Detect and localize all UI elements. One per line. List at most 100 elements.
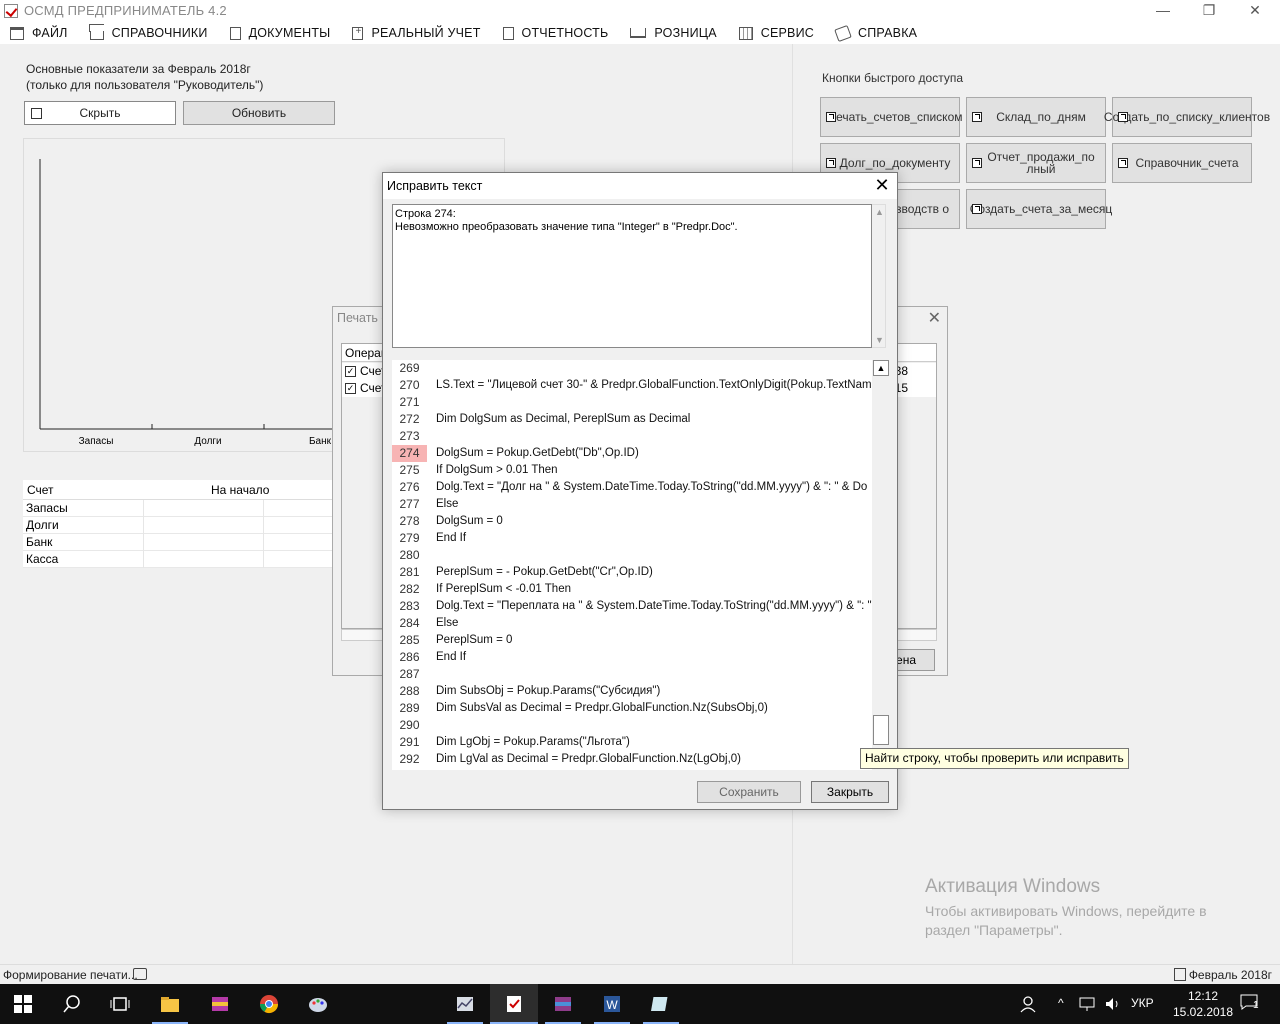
show-hidden-icons-icon[interactable]: ^ <box>1058 996 1064 1024</box>
code-line[interactable]: 273 <box>392 428 872 445</box>
line-number[interactable]: 276 <box>392 479 427 496</box>
language-indicator[interactable]: УКР <box>1131 996 1154 1024</box>
line-number[interactable]: 278 <box>392 513 427 530</box>
scroll-down-icon[interactable]: ▼ <box>875 335 884 345</box>
code-line[interactable]: 269 <box>392 360 872 377</box>
code-line[interactable]: 276 Dolg.Text = "Долг на " & System.DateT… <box>392 479 872 496</box>
code-line[interactable]: 282 If PereplSum < -0.01 Then <box>392 581 872 598</box>
line-number[interactable]: 270 <box>392 377 427 394</box>
taskbar-chrome[interactable] <box>245 984 293 1024</box>
line-number[interactable]: 272 <box>392 411 427 428</box>
hide-checkbox-button[interactable]: Скрыть <box>24 101 176 125</box>
menu-help[interactable]: СПРАВКА <box>834 24 917 42</box>
line-number[interactable]: 289 <box>392 700 427 717</box>
print-row-checkbox[interactable]: ✓ <box>345 383 356 394</box>
edit-dialog-close-icon[interactable]: ✕ <box>867 173 897 199</box>
menu-service[interactable]: СЕРВИС <box>738 26 814 40</box>
table-row[interactable]: Долги <box>23 517 383 534</box>
menu-retail[interactable]: РОЗНИЦА <box>630 26 717 40</box>
line-number[interactable]: 280 <box>392 547 427 564</box>
scroll-up-icon[interactable]: ▲ <box>875 207 884 217</box>
taskbar-word[interactable]: W <box>588 984 636 1024</box>
action-center-icon[interactable]: 1 <box>1240 994 1264 1014</box>
code-line[interactable]: 279 End If <box>392 530 872 547</box>
print-row-checkbox[interactable]: ✓ <box>345 366 356 377</box>
menu-real-accounting[interactable]: РЕАЛЬНЫЙ УЧЕТ <box>352 26 480 40</box>
menu-file[interactable]: ФАЙЛ <box>10 26 68 40</box>
save-button[interactable]: Сохранить <box>697 781 801 803</box>
code-line[interactable]: 270 LS.Text = "Лицевой счет 30-" & Predpr… <box>392 377 872 394</box>
line-number[interactable]: 271 <box>392 394 427 411</box>
scroll-up-icon[interactable]: ▲ <box>873 360 889 376</box>
line-number[interactable]: 282 <box>392 581 427 598</box>
code-line[interactable]: 291 Dim LgObj = Pokup.Params("Льгота") <box>392 734 872 751</box>
code-line[interactable]: 280 <box>392 547 872 564</box>
code-line[interactable]: 281 PereplSum = - Pokup.GetDebt("Cr",Op.I… <box>392 564 872 581</box>
code-line[interactable]: 287 <box>392 666 872 683</box>
quick-button-accounts-reference[interactable]: Справочник_счета <box>1112 143 1252 183</box>
line-number[interactable]: 275 <box>392 462 427 479</box>
people-icon[interactable] <box>1020 995 1038 1013</box>
menu-documents[interactable]: ДОКУМЕНТЫ <box>229 26 331 40</box>
taskbar-app-1[interactable] <box>441 984 489 1024</box>
quick-button-create-monthly[interactable]: Создать_счета_за_месяц <box>966 189 1112 229</box>
code-line[interactable]: 286 End If <box>392 649 872 666</box>
task-view-button[interactable] <box>96 984 144 1024</box>
taskbar-winrar[interactable] <box>196 984 244 1024</box>
menu-references[interactable]: СПРАВОЧНИКИ <box>89 26 208 40</box>
code-editor[interactable]: 269 270 LS.Text = "Лицевой счет 30-" & Pre… <box>392 360 872 770</box>
minimize-button[interactable]: — <box>1140 0 1186 22</box>
quick-button-stock-by-days[interactable]: Склад_по_дням <box>966 97 1106 137</box>
table-row[interactable]: Банк <box>23 534 383 551</box>
scrollbar-thumb[interactable] <box>873 715 889 745</box>
error-message-box[interactable]: Строка 274: Невозможно преобразовать зна… <box>392 204 872 348</box>
table-row[interactable]: Касса <box>23 551 383 568</box>
line-number[interactable]: 274 <box>392 445 427 462</box>
code-line[interactable]: 289 Dim SubsVal as Decimal = Predpr.Globa… <box>392 700 872 717</box>
taskbar-paint[interactable] <box>294 984 342 1024</box>
code-line[interactable]: 275 If DolgSum > 0.01 Then <box>392 462 872 479</box>
line-number[interactable]: 279 <box>392 530 427 547</box>
taskbar-osmd-app[interactable] <box>490 984 538 1024</box>
search-button[interactable] <box>48 984 96 1024</box>
code-line[interactable]: 277 Else <box>392 496 872 513</box>
print-dialog-close-icon[interactable]: ✕ <box>928 308 941 328</box>
quick-button-create-by-clients[interactable]: Создать_по_списку_клиентов <box>1104 97 1270 137</box>
taskbar-app-3[interactable] <box>539 984 587 1024</box>
line-number[interactable]: 273 <box>392 428 427 445</box>
code-line[interactable]: 278 DolgSum = 0 <box>392 513 872 530</box>
taskbar-explorer[interactable] <box>146 984 194 1024</box>
code-line[interactable]: 290 <box>392 717 872 734</box>
line-number[interactable]: 292 <box>392 751 427 768</box>
taskbar-app-5[interactable] <box>637 984 685 1024</box>
line-number[interactable]: 288 <box>392 683 427 700</box>
start-button[interactable] <box>0 984 48 1024</box>
line-number[interactable]: 283 <box>392 598 427 615</box>
close-button[interactable]: ✕ <box>1232 0 1278 22</box>
line-number[interactable]: 277 <box>392 496 427 513</box>
line-number[interactable]: 291 <box>392 734 427 751</box>
code-line[interactable]: 292 Dim LgVal as Decimal = Predpr.GlobalF… <box>392 751 872 768</box>
network-icon[interactable] <box>1078 996 1096 1012</box>
code-line[interactable]: 284 Else <box>392 615 872 632</box>
line-number[interactable]: 287 <box>392 666 427 683</box>
line-number[interactable]: 286 <box>392 649 427 666</box>
status-period[interactable]: Февраль 2018г <box>1189 968 1272 982</box>
code-scrollbar[interactable]: ▲ <box>872 360 890 770</box>
code-line[interactable]: 274 DolgSum = Pokup.GetDebt("Db",Op.ID) <box>392 445 872 462</box>
clock[interactable]: 12:12 15.02.2018 <box>1168 988 1238 1020</box>
refresh-button[interactable]: Обновить <box>183 101 335 125</box>
code-line[interactable]: 285 PereplSum = 0 <box>392 632 872 649</box>
line-number[interactable]: 281 <box>392 564 427 581</box>
error-box-scrollbar[interactable]: ▲ ▼ <box>872 204 886 348</box>
line-number[interactable]: 284 <box>392 615 427 632</box>
code-line[interactable]: 272 Dim DolgSum as Decimal, PereplSum as … <box>392 411 872 428</box>
line-number[interactable]: 269 <box>392 360 427 377</box>
table-row[interactable]: Запасы <box>23 500 383 517</box>
volume-icon[interactable] <box>1104 995 1122 1013</box>
close-dialog-button[interactable]: Закрыть <box>811 781 889 803</box>
hide-checkbox[interactable] <box>31 108 42 119</box>
restore-button[interactable]: ❐ <box>1186 0 1232 22</box>
menu-reporting[interactable]: ОТЧЕТНОСТЬ <box>502 26 609 40</box>
line-number[interactable]: 290 <box>392 717 427 734</box>
